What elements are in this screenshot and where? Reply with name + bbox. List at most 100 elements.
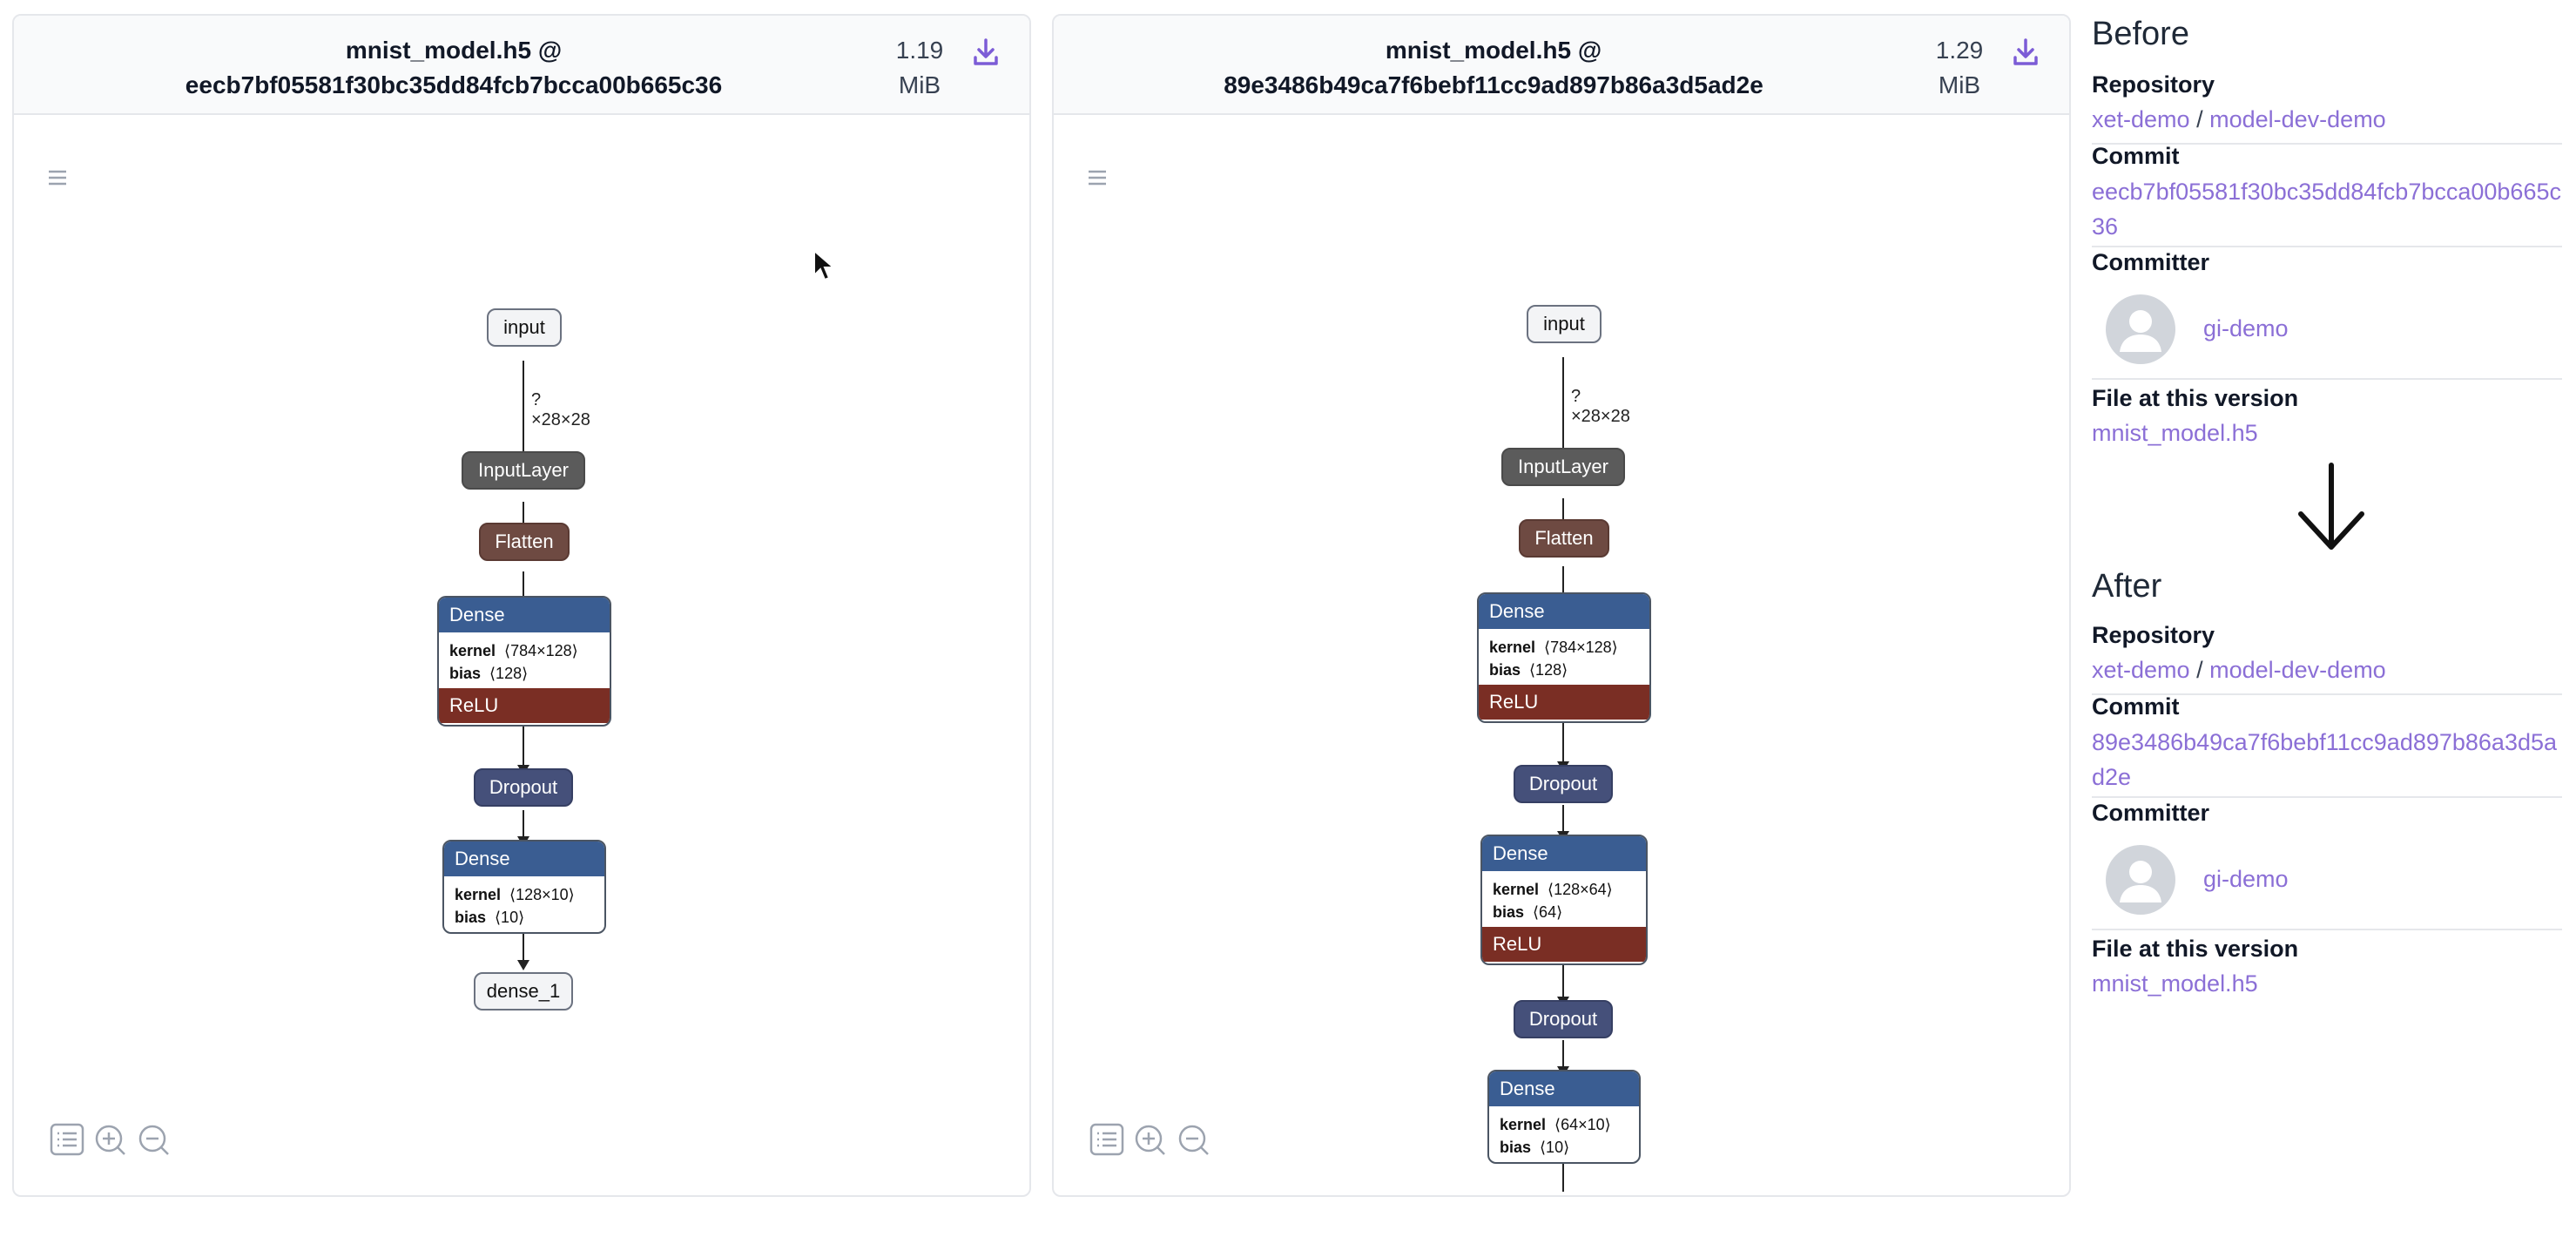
after-model-panel: mnist_model.h5 @ 89e3486b49ca7f6bebf11cc… (1052, 14, 2071, 1197)
graph-node-dropout[interactable]: Dropout (1514, 765, 1613, 803)
file-title: mnist_model.h5 @ eecb7bf05581f30bc35dd84… (14, 33, 894, 103)
user-avatar-icon (2120, 861, 2161, 902)
param-key: bias (1489, 661, 1521, 679)
user-avatar-icon (2120, 310, 2161, 352)
download-icon[interactable] (968, 35, 1003, 70)
node-label: Dropout (1528, 773, 1598, 794)
dense-params: kernel ⟨784×128⟩ bias ⟨128⟩ (1479, 629, 1649, 685)
arrow-down-icon (2298, 463, 2364, 550)
commit-link[interactable]: 89e3486b49ca7f6bebf11cc9ad897b86a3d5ad2e (2092, 725, 2562, 794)
zoom-out-icon[interactable] (136, 1122, 172, 1157)
graph-node-dense[interactable]: Dense kernel ⟨128×10⟩ bias ⟨10⟩ (442, 840, 606, 934)
param-key: kernel (449, 642, 496, 659)
dense-title: Dense (1489, 1071, 1639, 1106)
panel-header: mnist_model.h5 @ 89e3486b49ca7f6bebf11cc… (1054, 16, 2069, 115)
repo-name-link[interactable]: model-dev-demo (2209, 657, 2386, 683)
param-key: bias (455, 909, 487, 926)
param-shape: ⟨784×128⟩ (1544, 639, 1618, 656)
activation-relu: ReLU (1479, 685, 1649, 720)
zoom-out-icon[interactable] (1176, 1122, 1212, 1157)
param-shape: ⟨128⟩ (489, 665, 529, 682)
divider (2092, 246, 2562, 247)
graph-node-dense[interactable]: Dense kernel ⟨784×128⟩ bias ⟨128⟩ ReLU (1477, 592, 1651, 723)
list-icon[interactable] (1089, 1122, 1125, 1157)
graph-toolbar (1089, 1122, 1212, 1157)
node-label: Dropout (489, 776, 558, 798)
commit-label: Commit (2092, 693, 2180, 720)
commit-link[interactable]: eecb7bf05581f30bc35dd84fcb7bcca00b665c36 (2092, 174, 2562, 244)
committer-link[interactable]: gi-demo (2203, 315, 2289, 342)
divider (2092, 929, 2562, 930)
file-size: 1.19 MiB (880, 33, 959, 103)
param-key: bias (1493, 903, 1525, 921)
repo-owner-link[interactable]: xet-demo (2092, 106, 2190, 132)
graph-node-inputlayer[interactable]: InputLayer (1501, 448, 1625, 486)
repository-link: xet-demo / model-dev-demo (2092, 106, 2386, 133)
param-shape: ⟨10⟩ (1540, 1139, 1570, 1156)
graph-node-dense[interactable]: Dense kernel ⟨784×128⟩ bias ⟨128⟩ ReLU (437, 596, 611, 727)
graph-node-output[interactable]: dense_1 (474, 972, 573, 1011)
param-shape: ⟨64⟩ (1533, 903, 1563, 921)
repository-label: Repository (2092, 622, 2215, 648)
divider (2092, 378, 2562, 380)
file-size-unit: MiB (1938, 71, 1981, 98)
param-shape: ⟨128×10⟩ (509, 886, 575, 903)
repo-owner-link[interactable]: xet-demo (2092, 657, 2190, 683)
param-shape: ⟨784×128⟩ (504, 642, 578, 659)
dense-params: kernel ⟨64×10⟩ bias ⟨10⟩ (1489, 1106, 1639, 1162)
dense-title: Dense (439, 598, 610, 632)
avatar (2106, 845, 2175, 915)
dense-title: Dense (444, 842, 604, 876)
node-label: input (503, 316, 545, 338)
edge-shape-label: ?×28×28 (531, 390, 590, 429)
file-size-value: 1.19 (895, 37, 944, 64)
repo-separator: / (2196, 657, 2203, 683)
file-link[interactable]: mnist_model.h5 (2092, 420, 2258, 447)
file-size-value: 1.29 (1935, 37, 1984, 64)
hamburger-icon[interactable] (1085, 166, 1109, 190)
param-key: kernel (1493, 881, 1540, 898)
hamburger-icon[interactable] (45, 166, 70, 190)
graph-node-dense[interactable]: Dense kernel ⟨128×64⟩ bias ⟨64⟩ ReLU (1480, 835, 1648, 965)
after-heading: After (2092, 568, 2162, 605)
panel-header: mnist_model.h5 @ eecb7bf05581f30bc35dd84… (14, 16, 1029, 115)
download-icon[interactable] (2008, 35, 2043, 70)
graph-node-flatten[interactable]: Flatten (1519, 519, 1609, 558)
file-link[interactable]: mnist_model.h5 (2092, 970, 2258, 997)
graph-node-input[interactable]: input (487, 308, 562, 347)
committer-label: Committer (2092, 249, 2210, 275)
param-key: bias (449, 665, 482, 682)
repository-label: Repository (2092, 71, 2215, 98)
param-key: bias (1500, 1139, 1532, 1156)
param-shape: ⟨10⟩ (495, 909, 525, 926)
node-label: Dropout (1528, 1008, 1598, 1030)
node-label: InputLayer (1518, 456, 1608, 477)
graph-node-dropout[interactable]: Dropout (474, 768, 573, 807)
zoom-in-icon[interactable] (1132, 1122, 1169, 1157)
commit-hash: eecb7bf05581f30bc35dd84fcb7bcca00b665c36 (185, 71, 723, 98)
graph-node-flatten[interactable]: Flatten (479, 523, 570, 561)
graph-node-inputlayer[interactable]: InputLayer (462, 451, 585, 490)
file-version-label: File at this version (2092, 936, 2299, 962)
repo-name-link[interactable]: model-dev-demo (2209, 106, 2386, 132)
param-key: kernel (1500, 1116, 1547, 1133)
graph-node-dropout[interactable]: Dropout (1514, 1000, 1613, 1038)
committer-link[interactable]: gi-demo (2203, 866, 2289, 893)
graph-toolbar (49, 1122, 172, 1157)
file-name: mnist_model.h5 @ (1385, 37, 1602, 64)
graph-node-dense[interactable]: Dense kernel ⟨64×10⟩ bias ⟨10⟩ (1487, 1070, 1641, 1164)
param-key: kernel (1489, 639, 1536, 656)
divider (2092, 796, 2562, 798)
commit-hash: 89e3486b49ca7f6bebf11cc9ad897b86a3d5ad2e (1224, 71, 1763, 98)
dense-params: kernel ⟨128×64⟩ bias ⟨64⟩ (1482, 871, 1646, 927)
zoom-in-icon[interactable] (92, 1122, 129, 1157)
graph-node-input[interactable]: input (1527, 305, 1602, 343)
file-size: 1.29 MiB (1920, 33, 1999, 103)
dense-params: kernel ⟨128×10⟩ bias ⟨10⟩ (444, 876, 604, 932)
mouse-pointer-icon (813, 249, 836, 281)
node-label: dense_1 (486, 980, 561, 1002)
node-label: Flatten (1534, 527, 1594, 549)
list-icon[interactable] (49, 1122, 85, 1157)
file-size-unit: MiB (898, 71, 941, 98)
commit-label: Commit (2092, 143, 2180, 169)
